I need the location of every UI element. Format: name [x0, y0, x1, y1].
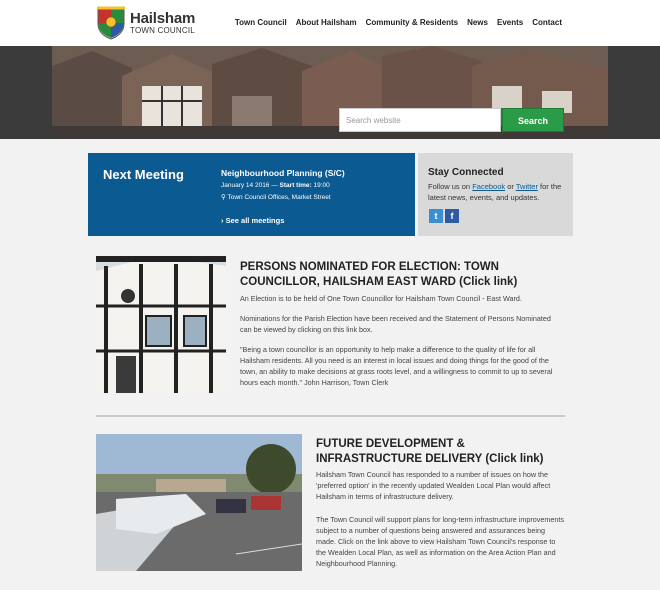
nav-about-hailsham[interactable]: About Hailsham [296, 18, 357, 27]
facebook-icon[interactable]: f [445, 209, 459, 223]
search-button[interactable]: Search [502, 108, 564, 132]
article-divider [96, 415, 565, 417]
article-1-image[interactable] [96, 256, 226, 393]
article-1-title[interactable]: PERSONS NOMINATED FOR ELECTION: TOWN COU… [240, 260, 560, 290]
twitter-link[interactable]: Twitter [516, 182, 538, 191]
article-1-paragraph-1: An Election is to be held of One Town Co… [240, 294, 522, 303]
article-2-image[interactable] [96, 434, 302, 571]
next-meeting-panel: Next Meeting Neighbourhood Planning (S/C… [88, 153, 415, 236]
facebook-link[interactable]: Facebook [472, 182, 505, 191]
twitter-icon[interactable]: t [429, 209, 443, 223]
see-all-meetings-link[interactable]: › See all meetings [221, 216, 284, 225]
nav-town-council[interactable]: Town Council [235, 18, 287, 27]
site-header: Hailsham TOWN COUNCIL Town Council About… [0, 0, 660, 46]
stay-text-or: or [507, 182, 514, 191]
chevron-right-icon: › [221, 216, 224, 225]
nav-news[interactable]: News [467, 18, 488, 27]
search-input[interactable]: Search website [339, 108, 501, 132]
logo-name: Hailsham [130, 10, 196, 27]
map-marker-icon: ⚲ [221, 194, 226, 201]
stay-connected-panel: Stay Connected Follow us on Facebook or … [418, 153, 573, 236]
stay-connected-heading: Stay Connected [428, 167, 504, 178]
logo-subtitle: TOWN COUNCIL [130, 26, 195, 35]
nav-community-residents[interactable]: Community & Residents [366, 18, 458, 27]
meeting-location-text: Town Council Offices, Market Street [227, 194, 331, 201]
crest-logo-icon [97, 6, 125, 40]
stay-connected-text: Follow us on Facebook or Twitter for the… [428, 181, 568, 203]
see-all-meetings-label: See all meetings [225, 216, 285, 225]
next-meeting-heading: Next Meeting [103, 167, 184, 182]
article-2-title[interactable]: FUTURE DEVELOPMENT & INFRASTRUCTURE DELI… [316, 437, 566, 467]
meeting-start-label: Start time: [279, 182, 312, 189]
nav-events[interactable]: Events [497, 18, 523, 27]
meeting-start-time: 19:00 [313, 182, 330, 189]
main-nav: Town Council About Hailsham Community & … [235, 18, 562, 27]
hero-banner: Search website Search [0, 46, 660, 139]
article-2-paragraph-1: Hailsham Town Council has responded to a… [316, 470, 551, 501]
article-1-paragraph-3: "Being a town councillor is an opportuni… [240, 345, 553, 387]
meeting-name: Neighbourhood Planning (S/C) [221, 168, 345, 178]
article-1-paragraph-2: Nominations for the Parish Election have… [240, 314, 551, 334]
stay-text-before: Follow us on [428, 182, 471, 191]
article-2-paragraph-2: The Town Council will support plans for … [316, 515, 564, 568]
site-logo[interactable]: Hailsham TOWN COUNCIL [96, 6, 196, 40]
nav-contact[interactable]: Contact [532, 18, 562, 27]
meeting-date: January 14 2016 — Start time: 19:00 [221, 182, 330, 189]
meeting-date-text: January 14 2016 — [221, 182, 278, 189]
meeting-location: ⚲ Town Council Offices, Market Street [221, 193, 331, 201]
